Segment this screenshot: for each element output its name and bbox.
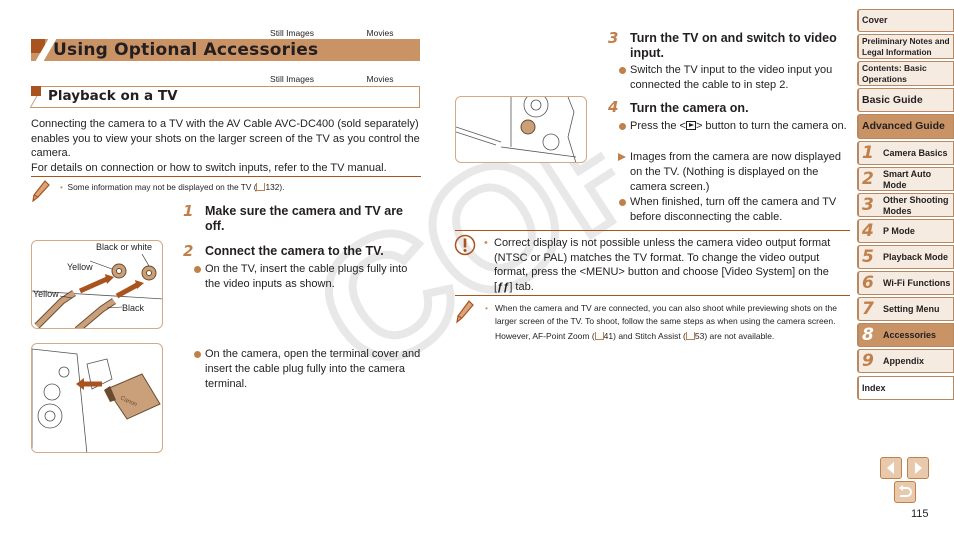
intro-text: Connecting the camera to a TV with the A… [31,117,421,175]
chapter-label: Playback Mode [883,252,949,262]
sidebar-chapter-7[interactable]: 7 Setting Menu [857,297,954,321]
step-3-title: Turn the TV on and switch to video input… [630,31,837,60]
section-marker [31,86,41,96]
divider [455,295,850,296]
arrow-left-icon [887,462,894,474]
media-tabs-top: Still Images Movies [250,27,424,39]
page-ref-link[interactable]: 53 [695,331,704,341]
sidebar-chapter-9[interactable]: 9 Appendix [857,349,954,373]
page-number: 115 [911,508,929,520]
sidebar-chapter-3[interactable]: 3 Other Shooting Modes [857,193,954,217]
sidebar-chapter-4[interactable]: 4 P Mode [857,219,954,243]
step-1-title: Make sure the camera and TV are off. [205,204,404,233]
caution-text: • Correct display is not possible unless … [484,237,831,293]
sidebar-item-preliminary[interactable]: Preliminary Notes and Legal Information [857,34,954,59]
sidebar-item-cover[interactable]: Cover [857,9,954,32]
camera-terminal-illustration: Canon [31,343,163,453]
pencil-icon [32,180,50,202]
sidebar-chapter-2[interactable]: 2 Smart Auto Mode [857,167,954,191]
step-3-number: 3 [608,29,619,47]
tab-movies: Movies [336,73,424,85]
chapter-label: P Mode [883,226,915,236]
page-ref-link[interactable]: 132 [265,182,279,192]
chapter-number: 8 [862,325,874,345]
prev-page-button[interactable] [880,457,902,479]
tv-inputs-illustration: Black or white Yellow Yellow Black [31,240,163,329]
note-preview-text: When the camera and TV are connected, yo… [495,303,837,326]
page-title: Using Optional Accessories [53,40,319,60]
sidebar-chapter-1[interactable]: 1 Camera Basics [857,141,954,165]
playback-icon [685,121,696,130]
chapter-label: Setting Menu [883,304,940,314]
step-4-title: Turn the camera on. [630,101,749,115]
step-4-result: Images from the camera are now displayed… [618,150,850,195]
media-tabs-section: Still Images Movies [250,73,424,85]
chapter-number: 9 [862,351,874,371]
intro-paragraph: Connecting the camera to a TV with the A… [31,118,420,160]
step-2-bullet-1: On the TV, insert the cable plugs fully … [194,262,425,292]
sidebar-chapter-8[interactable]: 8 Accessories [857,323,954,347]
tab-still-images: Still Images [248,27,336,39]
step-3-bullet-1: Switch the TV input to the video input y… [619,63,850,93]
chapter-label: Other Shooting Modes [883,195,949,216]
chapter-number: 6 [862,273,874,293]
divider [455,230,850,231]
sidebar-item-index[interactable]: Index [857,376,954,400]
step-2-number: 2 [183,242,194,260]
page-ref-link[interactable]: 41 [604,331,613,341]
chapter-number: 5 [862,247,874,267]
chapter-number: 3 [862,195,874,215]
step-4-bullet-2: When finished, turn off the camera and T… [619,195,850,225]
caution-icon [454,234,476,256]
return-icon [899,485,912,497]
sidebar-item-advanced-guide[interactable]: Advanced Guide [857,114,954,139]
chapter-label: Accessories [883,330,937,340]
label-yellow-input: Yellow [67,262,93,272]
label-black-plug: Black [122,303,145,313]
intro-tv-manual: For details on connection or how to swit… [31,161,387,174]
step-2-title: Connect the camera to the TV. [205,244,384,258]
return-button[interactable] [894,481,916,503]
tab-movies: Movies [336,27,424,39]
step-4-number: 4 [608,98,619,116]
step-2-bullet-2: On the camera, open the terminal cover a… [194,347,425,392]
book-ref-icon [594,332,604,340]
chapter-number: 4 [862,221,874,241]
label-yellow-plug: Yellow [33,289,59,299]
chapter-label: Appendix [883,356,925,366]
sidebar-chapter-5[interactable]: 5 Playback Mode [857,245,954,269]
step-4-bullet-1: Press the < > button to turn the camera o… [619,119,850,134]
playback-button-illustration [455,96,587,163]
note-unavailable-text: However, AF-Point Zoom (41) and Stitch A… [495,331,775,341]
pencil-icon [456,300,474,324]
chapter-number: 2 [862,169,874,189]
tab-still-images: Still Images [248,73,336,85]
book-ref-icon [685,332,695,340]
chapter-number: 1 [862,143,874,163]
note-shoot-preview: • When the camera and TV are connected, … [485,302,845,343]
chapter-label: Smart Auto Mode [883,169,932,190]
chapter-label: Wi-Fi Functions [883,278,951,288]
divider [31,176,421,177]
next-page-button[interactable] [907,457,929,479]
sidebar-item-basic-guide[interactable]: Basic Guide [857,88,954,112]
chapter-number: 7 [862,299,874,319]
sidebar-item-contents[interactable]: Contents: Basic Operations [857,61,954,86]
section-title: Playback on a TV [48,88,178,104]
sidebar-chapter-6[interactable]: 6 Wi-Fi Functions [857,271,954,295]
chapter-label: Camera Basics [883,148,948,158]
label-black-or-white: Black or white [96,242,153,252]
setup-tab-icon: ƒƒ [497,280,510,293]
arrow-right-icon [915,462,922,474]
note-tv-info: • Some information may not be displayed … [60,182,285,192]
step-1-number: 1 [183,202,194,220]
